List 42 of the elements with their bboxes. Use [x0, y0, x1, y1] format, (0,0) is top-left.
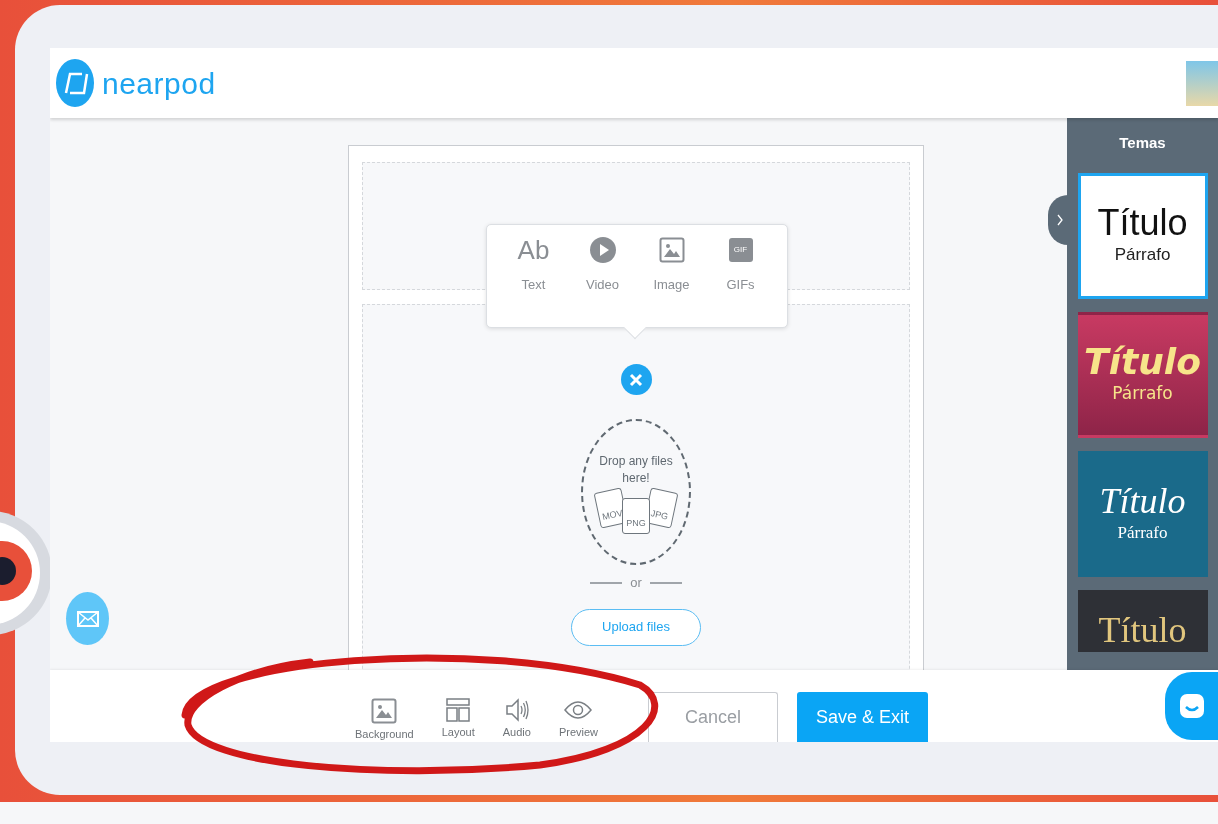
panel-title: Temas: [1119, 133, 1166, 153]
logo-wordmark: nearpod: [102, 65, 216, 102]
insert-option[interactable]: GIF GIFs: [710, 235, 771, 327]
toolbar-button[interactable]: Preview: [558, 697, 598, 742]
envelope-icon: [76, 610, 99, 627]
close-icon: [629, 372, 643, 387]
theme-paragraph: Párrafo: [1117, 521, 1168, 544]
drop-prompt: Drop any files here!: [598, 453, 674, 487]
chevron-icon: [1057, 214, 1063, 226]
image-icon: [371, 697, 398, 724]
chat-button[interactable]: [1165, 672, 1218, 740]
toolbar-button[interactable]: Audio: [502, 697, 531, 742]
insert-option[interactable]: Image: [641, 235, 702, 327]
play-icon: [589, 237, 616, 263]
logo-icon: [56, 59, 94, 107]
toolbar-button[interactable]: Background: [355, 697, 414, 742]
insert-option[interactable]: Video: [572, 235, 633, 327]
theme-card[interactable]: Título Párrafo: [1077, 450, 1208, 577]
text-icon: Ab: [517, 235, 550, 265]
avatar-photo-placeholder: [1186, 60, 1218, 106]
gif-icon: GIF: [728, 238, 753, 262]
separator-label: or: [630, 574, 642, 592]
speaker-icon: [504, 697, 529, 722]
theme-card[interactable]: Título Párrafo: [1077, 311, 1208, 438]
image-icon: [658, 237, 685, 263]
upload-button[interactable]: Upload files: [571, 608, 701, 646]
theme-paragraph: Párrafo: [1112, 381, 1173, 405]
theme-card[interactable]: Título: [1077, 589, 1208, 652]
theme-title: Título: [1098, 610, 1187, 649]
chat-icon: [1177, 692, 1206, 720]
theme-title: Título: [1099, 481, 1186, 520]
theme-card[interactable]: Título Párrafo: [1077, 172, 1208, 299]
theme-title: Título: [1097, 203, 1188, 242]
theme-title: Título: [1084, 342, 1201, 381]
layout-icon: [446, 697, 471, 722]
save-exit-button[interactable]: Save & Exit: [797, 692, 928, 742]
theme-paragraph: Párrafo: [1114, 243, 1171, 266]
insert-option[interactable]: Ab Text: [503, 235, 564, 327]
file-icon: PNG: [622, 498, 650, 534]
toolbar-button[interactable]: Layout: [441, 697, 475, 742]
close-button[interactable]: [620, 364, 652, 395]
cancel-button[interactable]: Cancel: [648, 692, 778, 742]
